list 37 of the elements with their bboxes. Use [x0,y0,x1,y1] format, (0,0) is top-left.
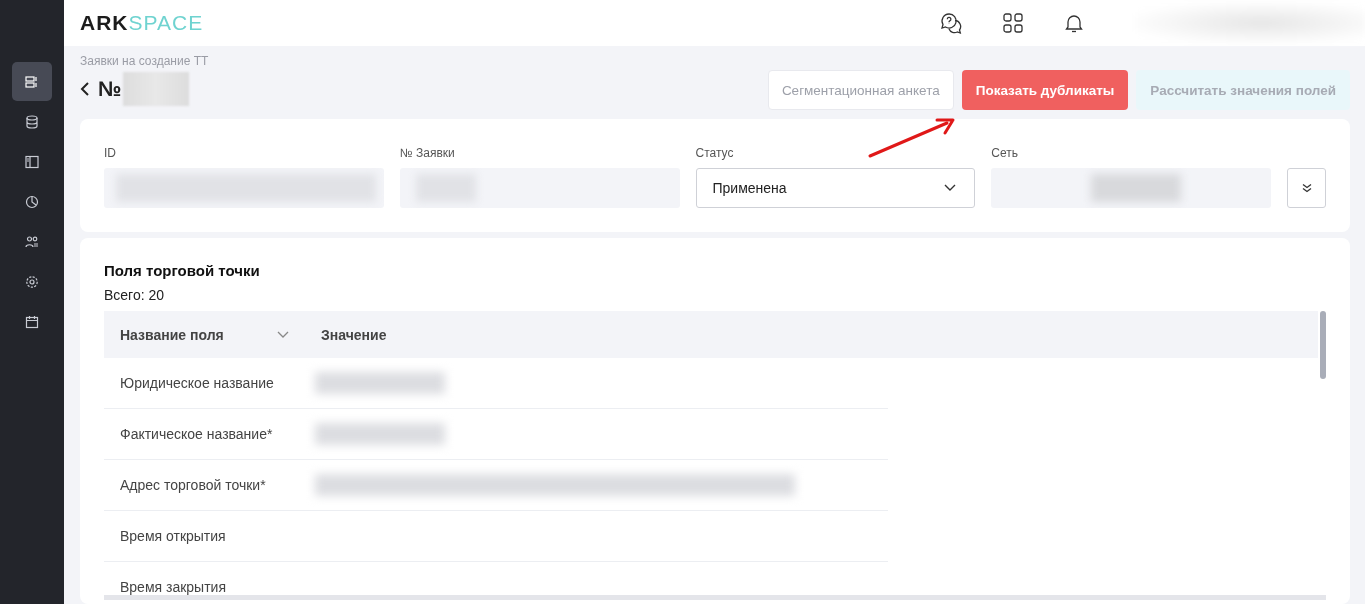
page-title: № [98,77,122,101]
breadcrumb[interactable]: Заявки на создание ТТ [80,54,209,68]
bell-icon[interactable] [1064,13,1084,33]
field-label: Статус [695,146,735,160]
table-cell-text: Юридическое название [119,374,275,393]
database-icon [25,114,39,129]
back-icon[interactable] [80,81,90,97]
total-count: Всего: 20 [104,287,166,303]
section-title: Поля торговой точки [104,262,261,279]
pie-chart-icon [25,194,39,209]
survey-button[interactable]: Сегментационная анкета [767,70,954,110]
column-header: Название поля [120,326,224,343]
sort-chevron-icon[interactable] [277,330,289,339]
status-select[interactable]: Применена [695,168,976,208]
double-chevron-icon [1301,183,1312,193]
users-icon [25,234,39,249]
table-cell-text: Адрес торговой точки* [119,476,267,495]
table-cell-text: Время закрытия [119,578,227,595]
table-cell-text: Время открытия [119,527,227,546]
field-label: № Заявки [399,146,456,160]
apps-grid-icon[interactable] [1003,13,1023,33]
field-label: Сеть [991,146,1019,160]
calendar-icon [25,314,39,329]
settings-icon [25,274,39,289]
logo-text: ARK [80,11,129,34]
help-chat-icon[interactable] [940,12,962,34]
blurred-number [123,72,190,106]
logo-text: SPACE [128,11,204,34]
field-label: ID [104,146,117,160]
list-icon [25,74,39,89]
table-cell-text: Фактическое название* [119,425,274,444]
column-header: Значение [321,326,387,343]
duplicates-button[interactable]: Показать дубликаты [961,70,1129,110]
scrollbar[interactable] [1320,311,1326,379]
chevron-down-icon [944,184,957,192]
sidebar-item[interactable] [12,62,52,101]
layout-icon [25,154,39,169]
